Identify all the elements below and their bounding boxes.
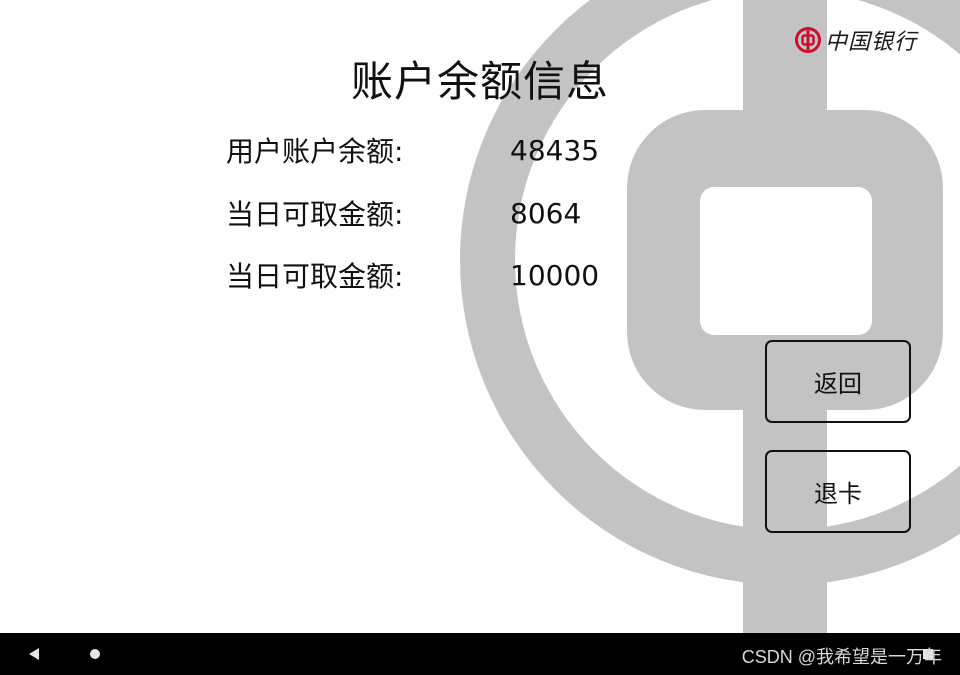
info-row-balance: 用户账户余额: 48435 [226, 130, 599, 170]
info-row-withdrawable-limit: 当日可取金额: 10000 [226, 255, 599, 295]
eject-card-button[interactable]: 退卡 [765, 450, 911, 533]
withdrawable-value: 8064 [510, 196, 582, 230]
system-navigation-bar: CSDN @我希望是一万年 [0, 633, 960, 675]
balance-label: 用户账户余额: [226, 135, 404, 168]
home-dot-icon[interactable] [90, 649, 100, 659]
back-triangle-icon[interactable] [29, 648, 39, 660]
info-row-withdrawable: 当日可取金额: 8064 [226, 193, 581, 233]
balance-value: 48435 [510, 133, 600, 167]
withdrawable-limit-value: 10000 [510, 258, 600, 292]
page-title: 账户余额信息 [350, 57, 609, 106]
csdn-watermark: CSDN @我希望是一万年 [741, 647, 942, 667]
withdrawable-limit-label: 当日可取金额: [226, 260, 404, 293]
back-button[interactable]: 返回 [765, 340, 911, 423]
app-screen: 中国银行 账户余额信息 用户账户余额: 48435 当日可取金额: 8064 当… [0, 0, 960, 633]
withdrawable-label: 当日可取金额: [226, 198, 404, 231]
